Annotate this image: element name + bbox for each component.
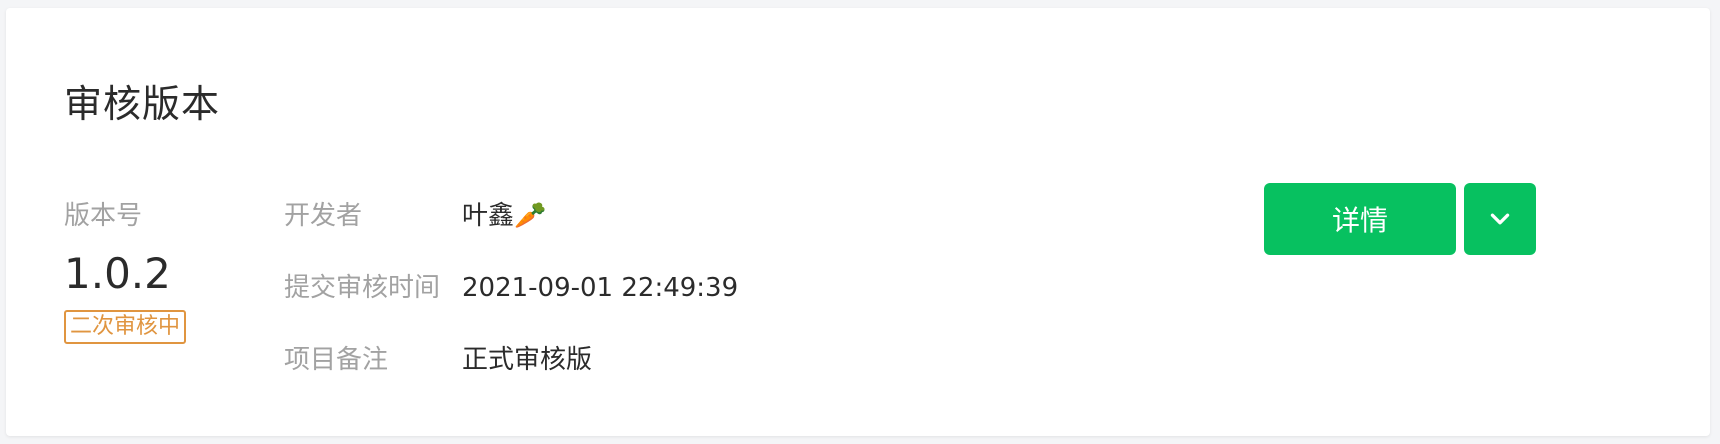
developer-label: 开发者 bbox=[284, 201, 363, 231]
version-number: 1.0.2 bbox=[64, 249, 171, 298]
actions: 详情 bbox=[1264, 183, 1536, 255]
status-badge: 二次审核中 bbox=[64, 310, 187, 344]
chevron-down-icon bbox=[1490, 213, 1510, 225]
version-block: 版本号 1.0.2 二次审核中 bbox=[64, 198, 187, 344]
more-dropdown-button[interactable] bbox=[1464, 183, 1536, 255]
remark-label: 项目备注 bbox=[284, 345, 389, 375]
review-version-card: 审核版本 版本号 1.0.2 二次审核中 开发者 叶鑫🥕 提交审核时间 2021… bbox=[6, 8, 1710, 436]
remark-value: 正式审核版 bbox=[462, 345, 593, 375]
version-label: 版本号 bbox=[64, 201, 143, 231]
submit-time-value: 2021-09-01 22:49:39 bbox=[462, 273, 739, 303]
developer-value: 叶鑫🥕 bbox=[462, 201, 547, 231]
card-title: 审核版本 bbox=[64, 82, 221, 126]
submit-time-label: 提交审核时间 bbox=[284, 273, 441, 303]
detail-button[interactable]: 详情 bbox=[1264, 183, 1456, 255]
